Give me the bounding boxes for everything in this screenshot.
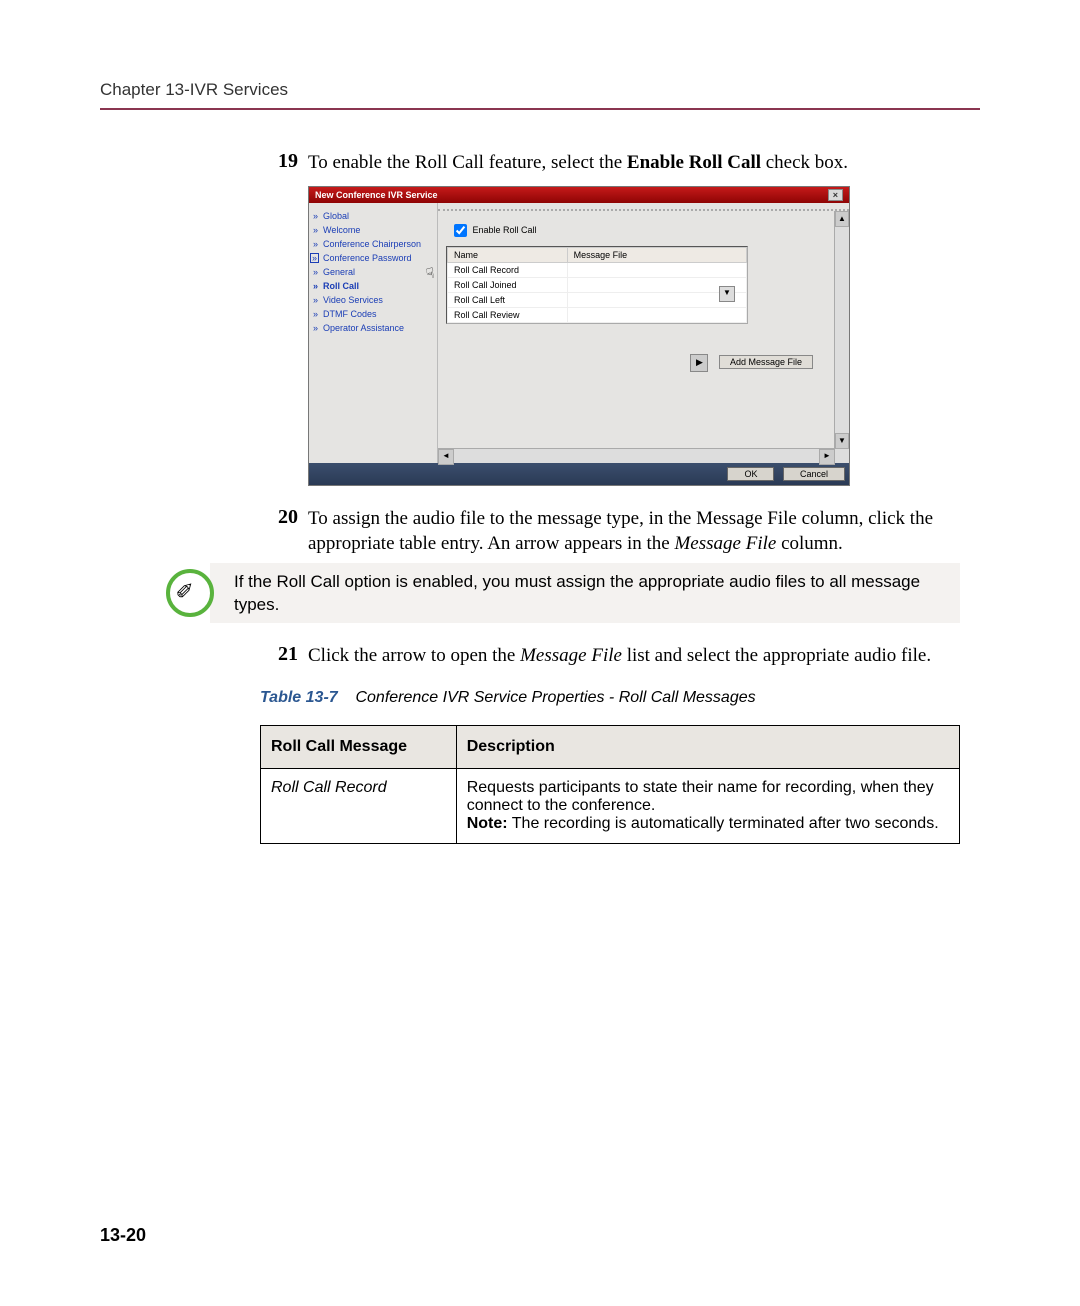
col-message-file[interactable]: Message File — [567, 247, 746, 262]
row-rollcall-record-name: Roll Call Record — [261, 768, 457, 843]
sidebar-item-general[interactable]: General — [313, 265, 433, 279]
cancel-button[interactable]: Cancel — [783, 467, 845, 481]
row-record-file[interactable] — [567, 262, 746, 277]
step-text: To enable the Roll Call feature, select … — [308, 150, 960, 176]
dropdown-arrow-icon[interactable]: ▼ — [719, 286, 735, 302]
scroll-down-icon[interactable]: ▼ — [835, 433, 849, 449]
sidebar-item-global[interactable]: Global — [313, 209, 433, 223]
step-21: 21 Click the arrow to open the Message F… — [260, 643, 960, 669]
chapter-header: Chapter 13-IVR Services — [100, 80, 980, 108]
message-table: Name Message File Roll Call Record Roll … — [446, 246, 748, 324]
horizontal-scrollbar[interactable]: ◄ ► — [438, 448, 849, 463]
step-20-text-c: column. — [776, 533, 843, 554]
table-caption-text: Conference IVR Service Properties - Roll… — [355, 689, 755, 706]
scroll-right-icon[interactable]: ► — [819, 449, 835, 465]
dialog-main-pane: Enable Roll Call Name Message File Roll … — [438, 209, 849, 463]
scroll-left-icon[interactable]: ◄ — [438, 449, 454, 465]
step-text: Click the arrow to open the Message File… — [308, 643, 960, 669]
dialog-title: New Conference IVR Service — [315, 190, 438, 200]
header-rule — [100, 108, 980, 110]
table-caption-label: Table 13-7 — [260, 689, 338, 706]
step-20-text-b: Message File — [674, 533, 776, 554]
add-message-row: ▶ Add Message File — [446, 354, 841, 372]
step-number: 19 — [260, 150, 308, 173]
scroll-up-icon[interactable]: ▲ — [835, 211, 849, 227]
rollcall-messages-table: Roll Call Message Description Roll Call … — [260, 725, 960, 844]
step-number: 20 — [260, 506, 308, 529]
desc-note-label: Note: — [467, 815, 508, 832]
note-text: If the Roll Call option is enabled, you … — [224, 569, 950, 617]
dialog-screenshot: New Conference IVR Service × Global Welc… — [308, 186, 850, 486]
enable-rollcall-row: Enable Roll Call — [450, 221, 841, 240]
page-number: 13-20 — [100, 1225, 146, 1246]
sidebar-item-password[interactable]: Conference Password — [313, 251, 433, 265]
sidebar-item-rollcall[interactable]: Roll Call — [313, 279, 433, 293]
note-block: If the Roll Call option is enabled, you … — [210, 563, 960, 623]
play-icon[interactable]: ▶ — [690, 354, 708, 372]
dialog-body: Global Welcome Conference Chairperson Co… — [309, 203, 849, 463]
col-rollcall-message: Roll Call Message — [261, 725, 457, 768]
step-21-text-c: list and select the appropriate audio fi… — [622, 645, 931, 666]
table-caption: Table 13-7 Conference IVR Service Proper… — [260, 689, 960, 707]
dialog-button-bar: OK Cancel — [309, 463, 849, 485]
row-review-file[interactable] — [567, 307, 746, 322]
note-icon — [166, 569, 214, 617]
col-description: Description — [456, 725, 959, 768]
add-message-file-button[interactable]: Add Message File — [719, 355, 813, 369]
row-record[interactable]: Roll Call Record — [448, 262, 568, 277]
enable-rollcall-checkbox[interactable] — [454, 224, 467, 237]
sidebar-item-welcome[interactable]: Welcome — [313, 223, 433, 237]
dialog-titlebar: New Conference IVR Service × — [309, 187, 849, 203]
row-joined[interactable]: Roll Call Joined — [448, 277, 568, 292]
step-number: 21 — [260, 643, 308, 666]
step-text: To assign the audio file to the message … — [308, 506, 960, 557]
col-name[interactable]: Name — [448, 247, 568, 262]
step-19-text-b: Enable Roll Call — [627, 152, 761, 173]
sidebar-item-chairperson[interactable]: Conference Chairperson — [313, 237, 433, 251]
vertical-scrollbar[interactable]: ▲ ▼ — [834, 211, 849, 463]
desc-note-text: The recording is automatically terminate… — [508, 815, 939, 832]
step-19-text-c: check box. — [761, 152, 848, 173]
step-19-text-a: To enable the Roll Call feature, select … — [308, 152, 627, 173]
sidebar-item-dtmf[interactable]: DTMF Codes — [313, 307, 433, 321]
close-icon[interactable]: × — [828, 189, 843, 201]
desc-text-a: Requests participants to state their nam… — [467, 779, 934, 814]
row-rollcall-record-desc: Requests participants to state their nam… — [456, 768, 959, 843]
step-21-text-b: Message File — [520, 645, 622, 666]
ok-button[interactable]: OK — [727, 467, 774, 481]
row-left[interactable]: Roll Call Left — [448, 292, 568, 307]
row-review[interactable]: Roll Call Review — [448, 307, 568, 322]
enable-rollcall-label: Enable Roll Call — [473, 225, 537, 235]
sidebar-item-video[interactable]: Video Services — [313, 293, 433, 307]
step-20: 20 To assign the audio file to the messa… — [260, 506, 960, 557]
step-21-text-a: Click the arrow to open the — [308, 645, 520, 666]
sidebar-item-operator[interactable]: Operator Assistance — [313, 321, 433, 335]
step-19: 19 To enable the Roll Call feature, sele… — [260, 150, 960, 176]
dialog-sidebar: Global Welcome Conference Chairperson Co… — [309, 203, 438, 463]
